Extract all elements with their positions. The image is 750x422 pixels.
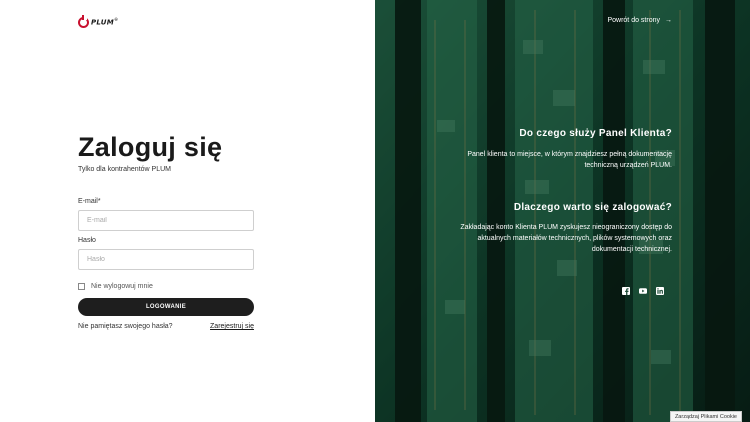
info-text-benefits: Zakładając konto Klienta PLUM zyskujesz …: [460, 224, 672, 253]
register-link[interactable]: Zarejestruj się: [210, 323, 254, 330]
email-label: E-mail*: [78, 198, 101, 205]
youtube-icon[interactable]: [639, 287, 647, 295]
back-link-label: Powrót do strony: [607, 17, 660, 24]
facebook-icon[interactable]: [622, 287, 630, 295]
remember-me[interactable]: Nie wylogowuj mnie: [78, 283, 153, 290]
remember-label[interactable]: Nie wylogowuj mnie: [91, 283, 153, 290]
linkedin-icon[interactable]: [656, 287, 664, 295]
page-title: Zaloguj się: [78, 132, 223, 162]
arrow-right-icon: →: [665, 17, 672, 24]
password-label: Hasło: [78, 237, 96, 244]
logo-text: PLUM®: [91, 17, 119, 27]
info-text-purpose: Panel klienta to miejsce, w którym znajd…: [467, 151, 672, 169]
back-to-site-link[interactable]: Powrót do strony →: [607, 17, 672, 24]
plum-logo[interactable]: PLUM®: [78, 14, 119, 28]
password-field[interactable]: [78, 249, 254, 270]
remember-checkbox[interactable]: [78, 283, 85, 290]
forgot-password-link[interactable]: Nie pamiętasz swojego hasła?: [78, 323, 173, 330]
login-button[interactable]: LOGOWANIE: [78, 298, 254, 316]
login-panel: PLUM® Zaloguj się Tylko dla kontrahentów…: [0, 0, 375, 422]
plum-logo-mark-icon: [78, 14, 89, 28]
info-heading-benefits: Dlaczego warto się zalogować?: [513, 202, 672, 213]
info-heading-purpose: Do czego służy Panel Klienta?: [519, 128, 672, 139]
email-field[interactable]: [78, 210, 254, 231]
cookie-settings-button[interactable]: Zarządzaj Plikami Cookie: [669, 411, 742, 422]
page-subtitle: Tylko dla kontrahentów PLUM: [78, 166, 171, 173]
info-panel: Powrót do strony → Do czego służy Panel …: [375, 0, 750, 422]
social-links: [622, 287, 664, 295]
